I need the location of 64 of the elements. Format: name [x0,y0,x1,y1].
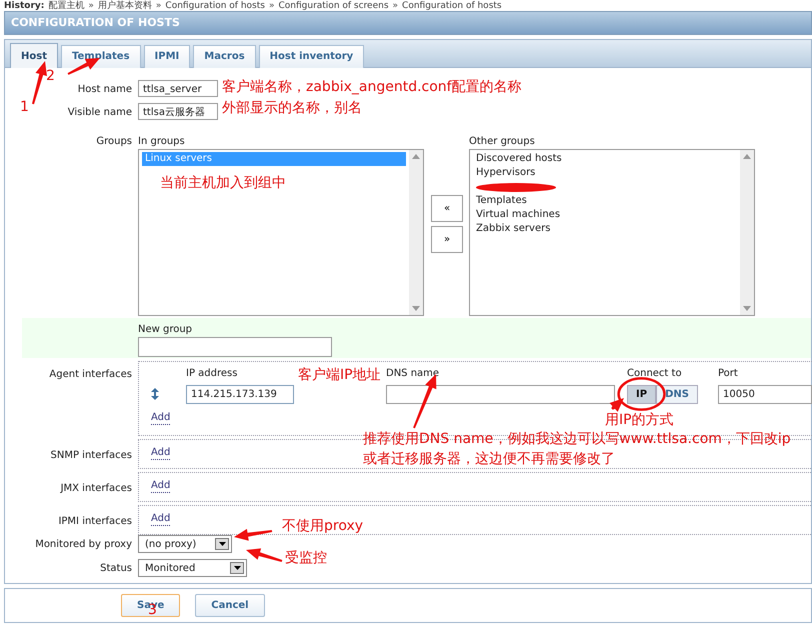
list-title: Other groups [469,136,536,148]
breadcrumb-separator: » [268,1,274,11]
field-label: Agent interfaces [49,369,132,380]
annotation-note: 推荐使用DNS name，例如我这边可以写www.ttlsa.com，下回改ip [363,430,791,448]
move-button[interactable]: « [431,195,463,222]
field-label: SNMP interfaces [50,450,132,461]
add-link[interactable]: Add [151,513,170,526]
field-label: Monitored by proxy [35,538,132,552]
annotation-note: 外部显示的名称，别名 [222,99,362,117]
ip-field[interactable]: 114.215.173.139 [186,384,294,404]
add-link[interactable]: Add [151,412,170,425]
breadcrumb-separator: » [88,1,94,11]
annotation-note: 用IP的方式 [605,411,674,429]
list-title: In groups [138,136,186,148]
connect-option[interactable]: IP [627,384,656,404]
list-item[interactable]: Zabbix servers [473,222,737,236]
form-button[interactable]: Cancel [195,594,265,617]
dropdown[interactable]: (no proxy) [138,535,232,553]
text-field[interactable]: ttlsa云服务器 [138,103,218,120]
field-label: Groups [96,136,132,147]
dropdown[interactable]: Monitored [138,559,247,577]
history-label: History: [4,1,44,11]
annotation-note: 客户端IP地址 [298,366,381,384]
text-field[interactable]: ttlsa_server [138,80,218,97]
group-list[interactable]: Discovered hosts Hypervisors Templates Virtual machines Zabbix servers [469,149,755,316]
list-item[interactable]: Hypervisors [473,166,737,180]
port-field[interactable]: 10050 [718,384,812,404]
field-label: New group [138,324,194,336]
field-label: IPMI interfaces [58,516,132,527]
field-label: Visible name [68,106,132,120]
field-label: JMX interfaces [60,483,132,494]
add-link[interactable]: Add [151,480,170,493]
annotation-note: 客户端名称，zabbix_angentd.conf配置的名称 [222,78,522,96]
tab[interactable]: IPMI [144,45,190,68]
add-link[interactable]: Add [151,447,170,460]
tab[interactable]: Host inventory [258,45,364,68]
tab[interactable]: Templates [60,45,141,68]
annotation-note: 受监控 [285,549,327,567]
history-link[interactable]: 用户基本资料 [98,1,152,11]
column-header: Connect to [627,368,682,381]
list-item[interactable]: Virtual machines [473,208,737,222]
tab[interactable]: Host [10,43,58,68]
list-item[interactable]: Discovered hosts [473,152,737,166]
page-title-bar: CONFIGURATION OF HOSTS [4,11,812,35]
history-link[interactable]: 配置主机 [48,1,84,11]
connect-option[interactable]: DNS [656,384,698,404]
history-link[interactable]: Configuration of screens [278,1,389,11]
list-item[interactable]: Templates [473,194,737,208]
tab[interactable]: Macros [193,45,256,68]
history-link[interactable]: Configuration of hosts [165,1,265,11]
step-number: 1 [20,99,29,115]
move-button[interactable]: » [431,226,463,253]
step-number: 2 [46,68,55,84]
history-link[interactable]: Configuration of hosts [402,1,502,11]
annotation-note: 或者迁移服务器，这边便不再需要修改了 [363,450,615,468]
annotation-note: 当前主机加入到组中 [160,174,286,192]
breadcrumb-separator: » [156,1,162,11]
breadcrumb-separator: » [392,1,398,11]
column-header: IP address [186,368,238,381]
field-label: Host name [78,83,132,97]
column-header: Port [718,368,738,381]
annotation-note: 不使用proxy [282,517,364,535]
column-header: DNS name [386,368,440,381]
field-label: Status [100,562,132,576]
